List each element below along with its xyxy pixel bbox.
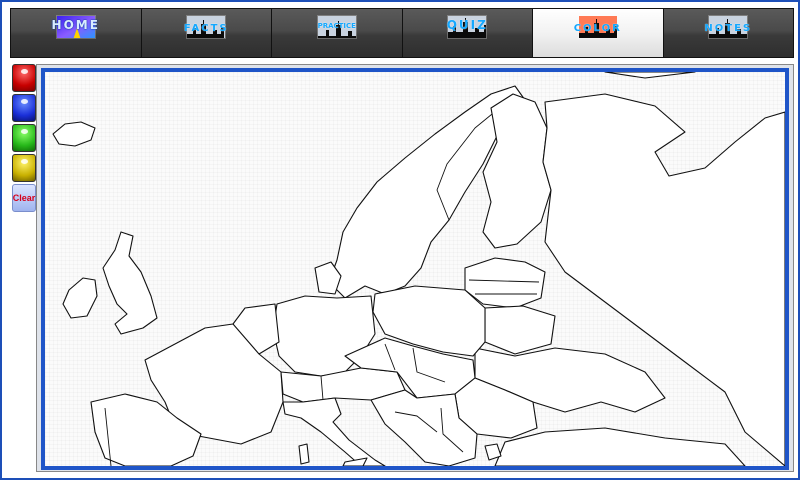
tab-color-label: COLOR bbox=[573, 23, 622, 34]
blue-color-button[interactable] bbox=[12, 94, 36, 122]
yellow-color-button[interactable] bbox=[12, 154, 36, 182]
app-frame: HOME FACTS PRACTICE QUIZ COLOR NOTES Cle… bbox=[0, 0, 800, 480]
map-panel bbox=[36, 64, 794, 472]
tab-quiz[interactable]: QUIZ bbox=[402, 9, 533, 57]
northern-islands bbox=[604, 72, 696, 79]
tab-home-label: HOME bbox=[51, 18, 100, 32]
russia-north bbox=[542, 93, 785, 466]
tab-notes-label: NOTES bbox=[704, 23, 753, 34]
tab-practice[interactable]: PRACTICE bbox=[272, 9, 403, 57]
tab-color[interactable]: COLOR bbox=[533, 9, 664, 57]
tab-facts-label: FACTS bbox=[183, 23, 229, 34]
map-border bbox=[41, 68, 789, 470]
tab-notes[interactable]: NOTES bbox=[663, 9, 793, 57]
ireland bbox=[62, 277, 98, 319]
tab-quiz-label: QUIZ bbox=[446, 18, 488, 32]
tab-practice-label: PRACTICE bbox=[317, 22, 356, 30]
color-palette: Clear bbox=[12, 64, 38, 212]
great-britain bbox=[102, 231, 158, 335]
red-color-button[interactable] bbox=[12, 64, 36, 92]
finland bbox=[482, 93, 552, 249]
europe-map-icon bbox=[52, 72, 785, 466]
turkey bbox=[494, 427, 746, 466]
tab-facts[interactable]: FACTS bbox=[141, 9, 272, 57]
clear-button[interactable]: Clear bbox=[12, 184, 36, 212]
iceland bbox=[52, 121, 96, 147]
europe-map-canvas[interactable] bbox=[45, 72, 785, 466]
green-color-button[interactable] bbox=[12, 124, 36, 152]
top-nav: HOME FACTS PRACTICE QUIZ COLOR NOTES bbox=[10, 8, 794, 58]
tab-home[interactable]: HOME bbox=[11, 9, 142, 57]
italy bbox=[282, 397, 386, 466]
belarus bbox=[484, 305, 556, 355]
sardinia bbox=[298, 443, 310, 465]
